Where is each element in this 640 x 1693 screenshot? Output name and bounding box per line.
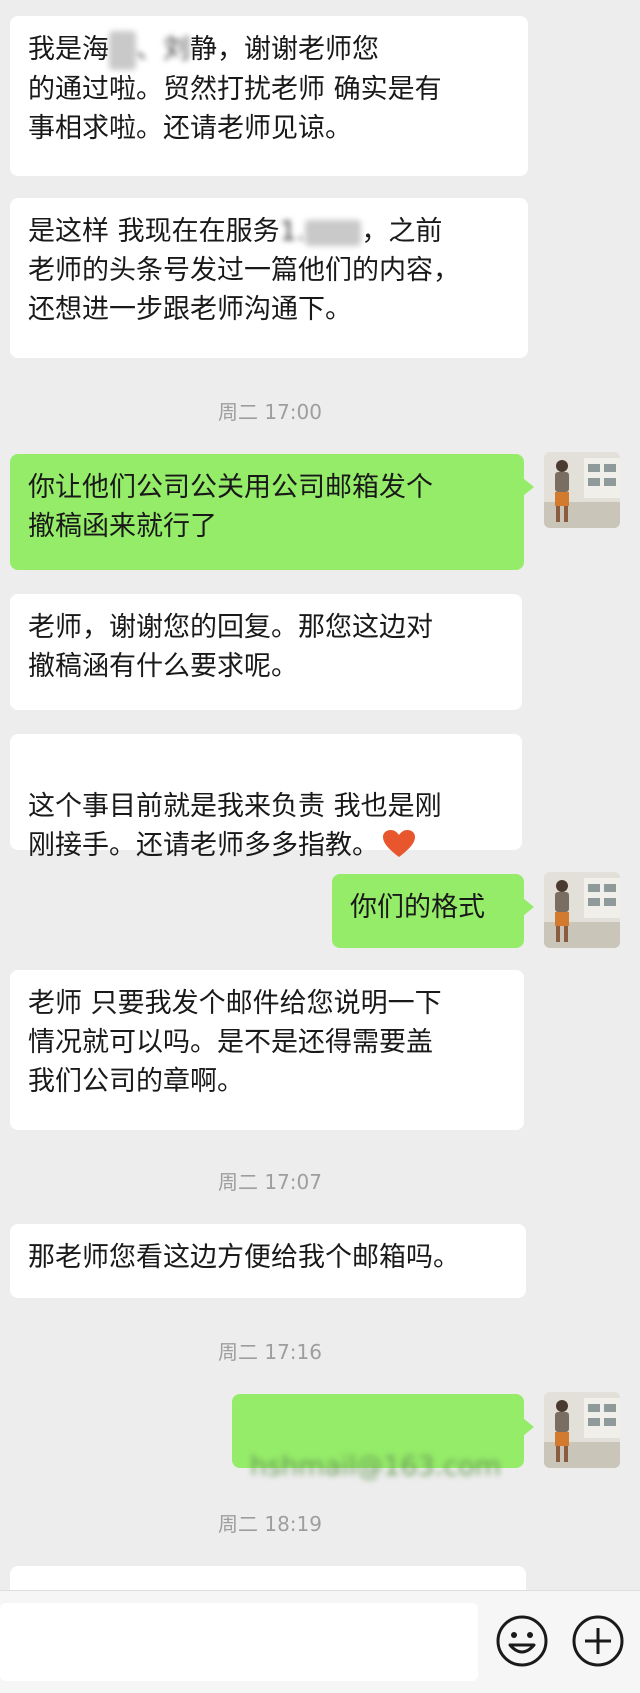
message-text: 这个事目前就是我来负责 我也是刚 刚接手。还请老师多多指教。 bbox=[28, 791, 442, 861]
message-bubble-incoming[interactable]: 我是海唐、刘静，谢谢老师您 的通过啦。贸然打扰老师 确实是有 事相求啦。还请老师… bbox=[10, 16, 528, 176]
avatar[interactable] bbox=[544, 452, 620, 528]
timestamp: 周二 17:00 bbox=[218, 400, 322, 424]
message-bubble-incoming[interactable]: 老师，谢谢您的回复。那您这边对 撤稿涵有什么要求呢。 bbox=[10, 594, 522, 710]
redacted-text: 1. bbox=[279, 216, 306, 247]
message-bubble-outgoing[interactable]: hshmail@163.com bbox=[232, 1394, 534, 1482]
chat-history[interactable]: 我是海唐、刘静，谢谢老师您 的通过啦。贸然打扰老师 确实是有 事相求啦。还请老师… bbox=[0, 0, 640, 1590]
timestamp: 周二 17:07 bbox=[218, 1170, 322, 1194]
avatar-photo bbox=[544, 1392, 620, 1468]
message-input[interactable] bbox=[0, 1603, 478, 1681]
emoji-icon[interactable] bbox=[494, 1613, 550, 1669]
timestamp: 周二 17:16 bbox=[218, 1340, 322, 1364]
message-text: 我是海 bbox=[28, 34, 109, 65]
redacted-email: hshmail@163.com bbox=[250, 1451, 501, 1482]
message-bubble-incoming[interactable]: 是这样 我现在在服务1. ，之前 老师的头条号发过一篇他们的内容， 还想进一步跟老… bbox=[10, 198, 528, 358]
message-bubble-outgoing[interactable]: 你们的格式 bbox=[332, 874, 534, 948]
redacted-text: 唐 bbox=[109, 31, 136, 70]
heart-emoji bbox=[383, 830, 415, 857]
avatar-photo bbox=[544, 452, 620, 528]
plus-icon[interactable] bbox=[570, 1613, 626, 1669]
avatar-photo bbox=[544, 872, 620, 948]
message-bubble-outgoing[interactable]: 你让他们公司公关用公司邮箱发个 撤稿函来就行了 bbox=[10, 454, 534, 570]
message-text: 是这样 我现在在服务 bbox=[28, 216, 280, 247]
timestamp: 周二 18:19 bbox=[218, 1512, 322, 1536]
redacted-block bbox=[305, 219, 362, 246]
input-bar bbox=[0, 1590, 640, 1693]
message-bubble-incoming[interactable]: 那老师您看这边方便给我个邮箱吗。 bbox=[10, 1224, 526, 1298]
avatar[interactable] bbox=[544, 872, 620, 948]
avatar[interactable] bbox=[544, 1392, 620, 1468]
message-bubble-incoming[interactable]: 老师 只要我发个邮件给您说明一下 情况就可以吗。是不是还得需要盖 我们公司的章啊… bbox=[10, 970, 524, 1130]
message-bubble-incoming[interactable]: 这个事目前就是我来负责 我也是刚 刚接手。还请老师多多指教。 bbox=[10, 734, 522, 861]
redacted-text: 、刘 bbox=[136, 34, 190, 65]
message-bubble-incoming-partial[interactable] bbox=[10, 1566, 526, 1590]
